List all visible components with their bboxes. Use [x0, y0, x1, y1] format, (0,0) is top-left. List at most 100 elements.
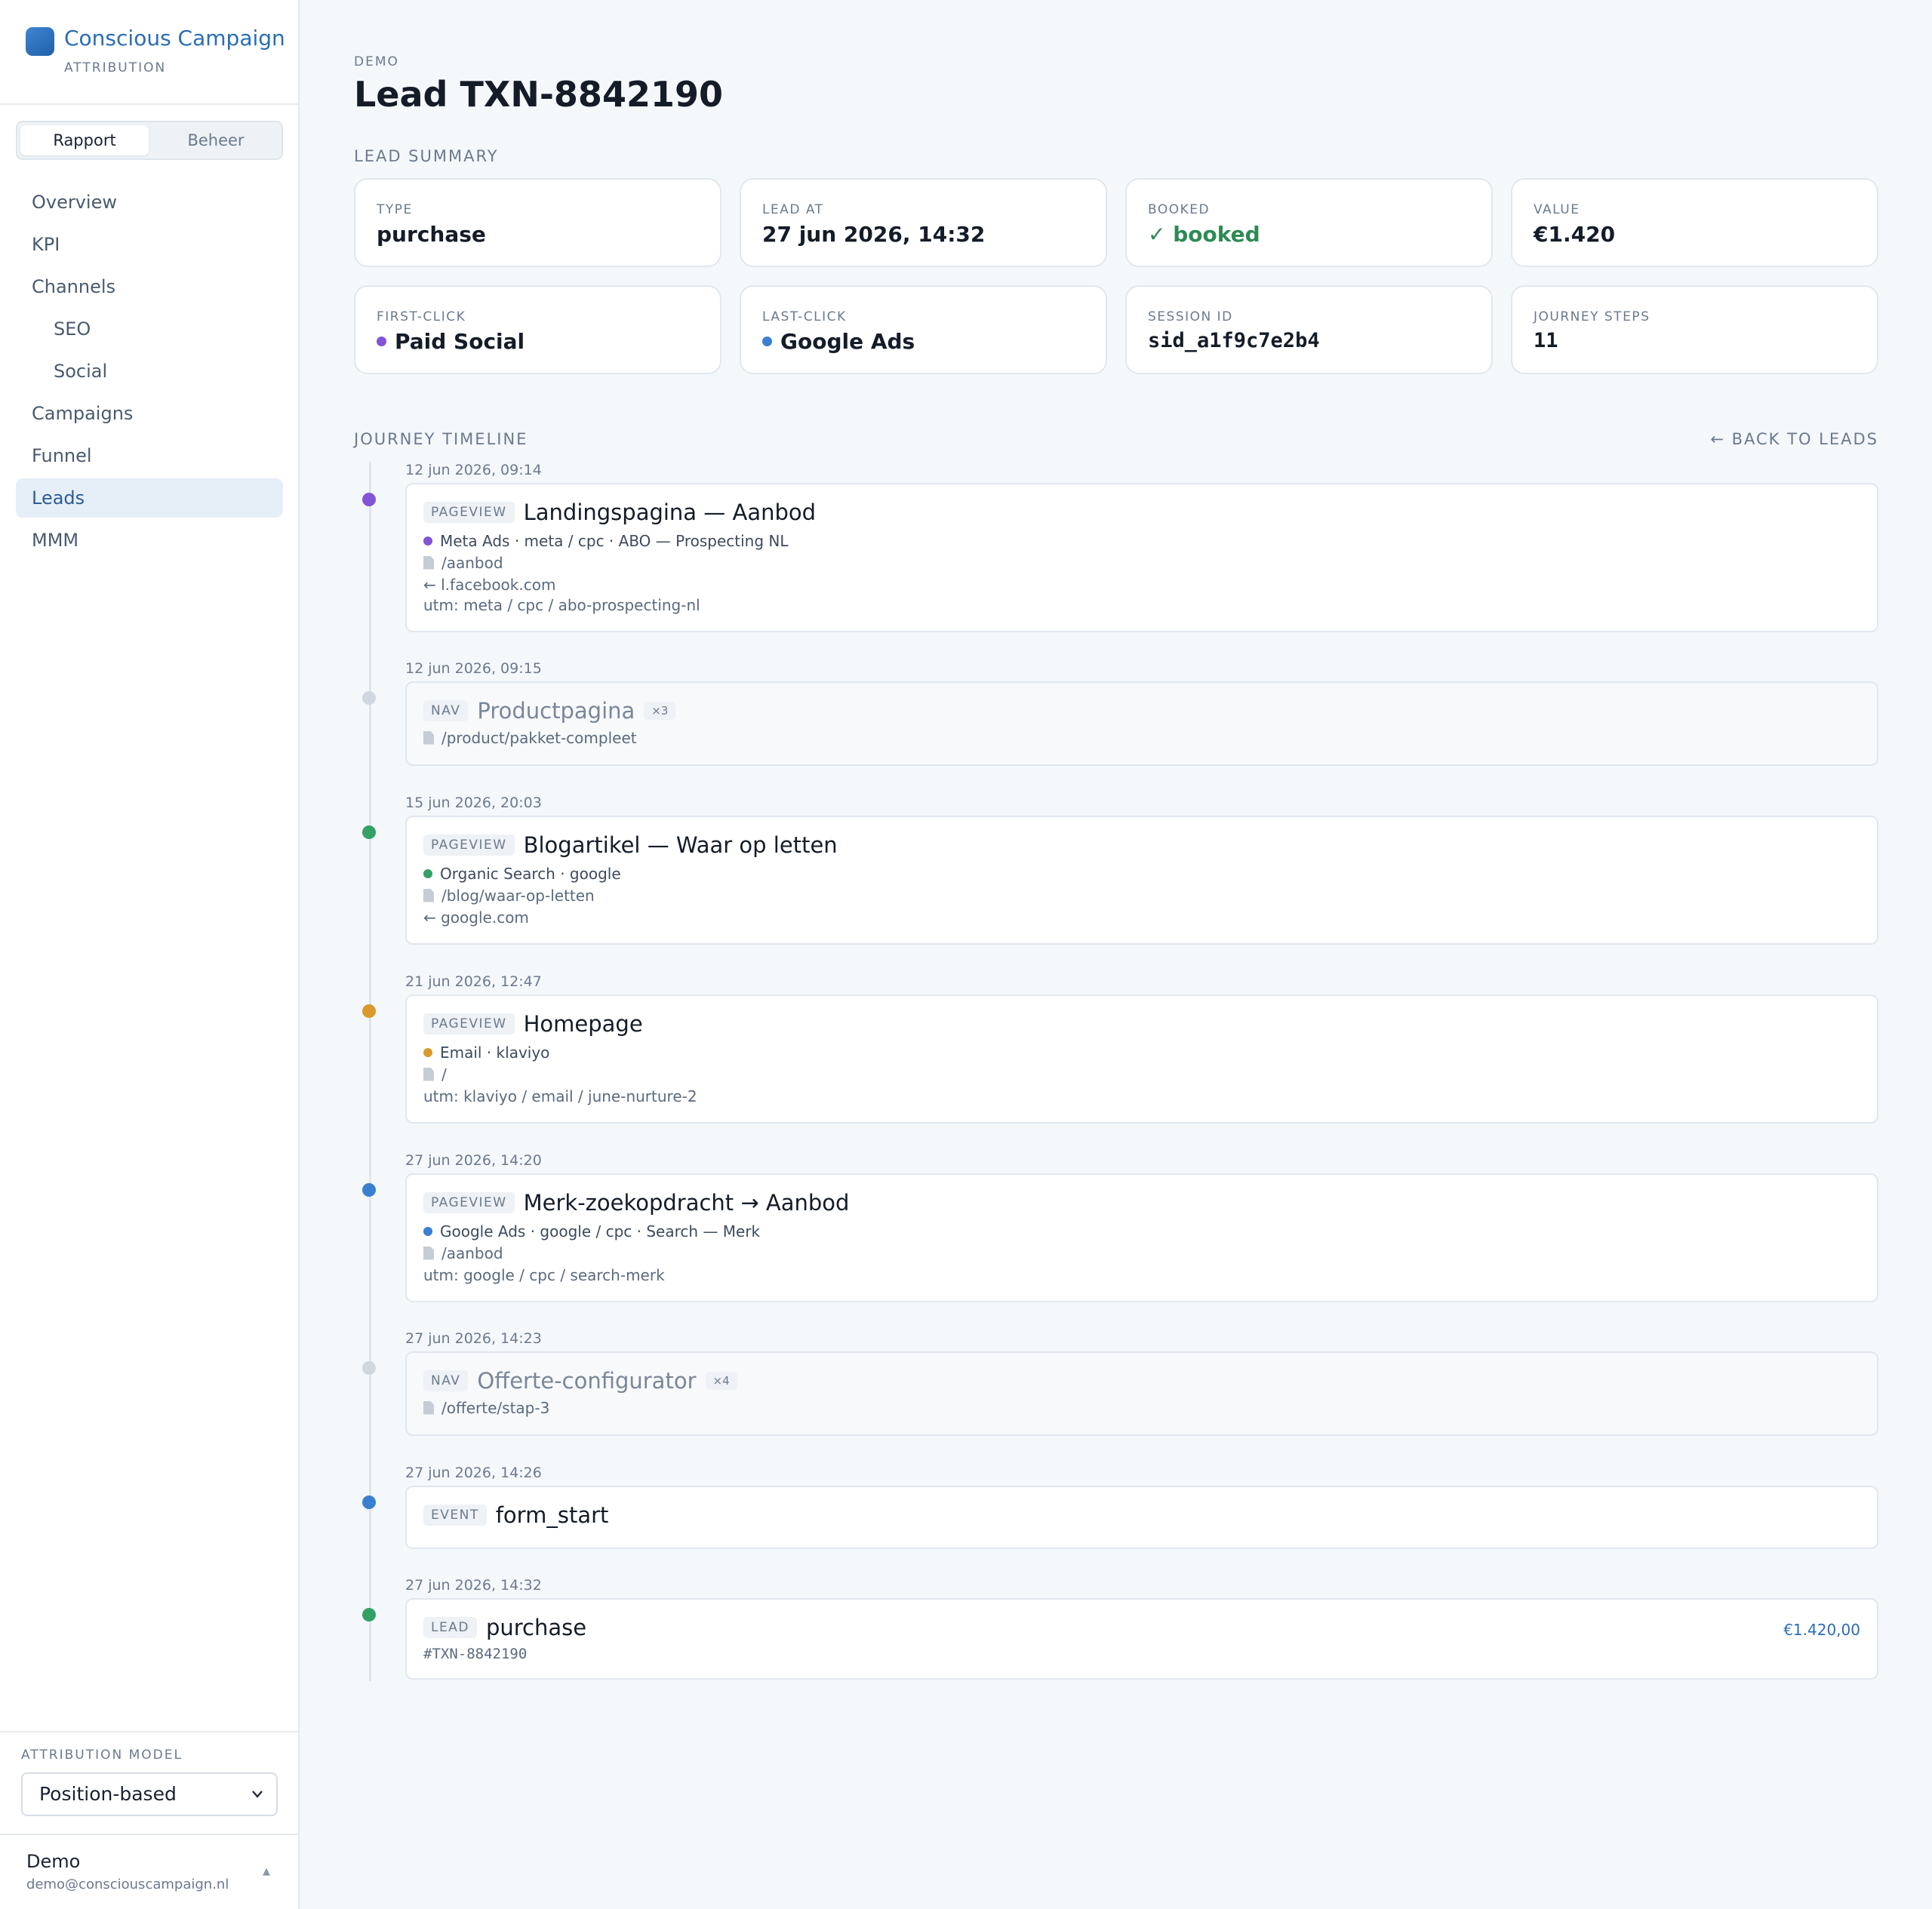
event-title: Blogartikel — Waar op letten: [523, 832, 838, 858]
event-type-tag: NAV: [423, 700, 469, 721]
channel-dot-icon: [423, 868, 432, 878]
sidebar-item-overview[interactable]: Overview: [16, 183, 283, 222]
sidebar-nav: Overview KPI Channels SEO Social Campaig…: [16, 183, 283, 563]
tab-rapport[interactable]: Rapport: [20, 125, 149, 155]
file-icon: [423, 1067, 434, 1081]
event-header: PAGEVIEW Landingspagina — Aanbod: [423, 500, 816, 527]
chevron-up-icon[interactable]: ▲: [263, 1866, 270, 1877]
event-time: 27 jun 2026, 14:23: [405, 1330, 542, 1347]
event-time: 12 jun 2026, 09:15: [405, 660, 542, 677]
timeline-dot-icon: [362, 1608, 376, 1622]
sidebar-item-channels[interactable]: Channels: [16, 267, 283, 306]
timeline-event[interactable]: PAGEVIEW Merk-zoekopdracht → Aanbod Googl…: [405, 1173, 1878, 1302]
brand-name: Conscious Campaign: [64, 26, 285, 51]
user-name: Demo: [26, 1851, 81, 1872]
event-title: Homepage: [523, 1011, 643, 1037]
file-icon: [423, 730, 434, 745]
sidebar-item-social[interactable]: Social: [16, 352, 283, 391]
event-path: /aanbod: [423, 1244, 503, 1262]
card-label: TYPE: [377, 202, 413, 217]
summary-card-lead-at: LEAD AT 27 jun 2026, 14:32: [740, 178, 1107, 267]
event-time: 27 jun 2026, 14:20: [405, 1152, 542, 1169]
channel-dot-icon: [423, 536, 432, 546]
timeline-dot-icon: [362, 1183, 376, 1197]
event-source: Google Ads · google / cpc · Search — Mer…: [423, 1222, 760, 1240]
timeline-dot-icon: [362, 1004, 376, 1018]
timeline-event[interactable]: LEAD purchase #TXN-8842190 €1.420,00: [405, 1598, 1878, 1680]
event-header: PAGEVIEW Blogartikel — Waar op letten: [423, 832, 838, 859]
brand-subtitle: ATTRIBUTION: [64, 60, 167, 75]
card-value: 27 jun 2026, 14:32: [762, 222, 986, 247]
card-value: Paid Social: [377, 329, 525, 354]
card-label: BOOKED: [1148, 202, 1211, 217]
event-path: /blog/waar-op-letten: [423, 887, 595, 905]
summary-card-journey-steps: JOURNEY STEPS 11: [1511, 285, 1878, 374]
event-time: 15 jun 2026, 20:03: [405, 795, 542, 811]
journey-timeline-label: JOURNEY TIMELINE: [354, 430, 528, 448]
channel-dot-icon: [377, 336, 386, 346]
timeline-dot-icon: [362, 691, 376, 705]
file-icon: [423, 888, 434, 902]
file-icon: [423, 1400, 434, 1415]
channel-dot-icon: [423, 1047, 432, 1057]
tab-beheer[interactable]: Beheer: [152, 125, 280, 155]
event-header: NAV Productpagina ×3: [423, 698, 676, 725]
timeline-dot-icon: [362, 493, 376, 506]
event-referrer: ← l.facebook.com: [423, 576, 556, 594]
event-type-tag: PAGEVIEW: [423, 1192, 515, 1213]
event-utm: utm: klaviyo / email / june-nurture-2: [423, 1087, 697, 1105]
view-switch: Rapport Beheer: [16, 121, 283, 160]
card-value: Google Ads: [762, 329, 915, 354]
sidebar-item-funnel[interactable]: Funnel: [16, 436, 283, 475]
timeline-event[interactable]: PAGEVIEW Blogartikel — Waar op letten Org…: [405, 816, 1878, 945]
event-source: Email · klaviyo: [423, 1044, 549, 1062]
file-icon: [423, 1246, 434, 1260]
summary-card-booked: BOOKED ✓ booked: [1125, 178, 1493, 267]
event-type-tag: PAGEVIEW: [423, 1013, 515, 1034]
event-header: LEAD purchase: [423, 1615, 586, 1642]
sidebar-divider: [0, 103, 298, 105]
timeline-event[interactable]: EVENT form_start: [405, 1486, 1878, 1549]
card-value: purchase: [377, 222, 486, 247]
sidebar-divider: [0, 1834, 298, 1835]
timeline-event[interactable]: NAV Offerte-configurator ×4 /offerte/stap-…: [405, 1351, 1878, 1436]
summary-card-type: TYPE purchase: [354, 178, 721, 267]
booked-status: ✓ booked: [1148, 222, 1260, 247]
event-source: Organic Search · google: [423, 865, 621, 883]
attribution-model-select[interactable]: Position-based: [21, 1772, 278, 1816]
event-title: Productpagina: [477, 698, 635, 724]
event-time: 21 jun 2026, 12:47: [405, 973, 542, 990]
event-title: Landingspagina — Aanbod: [523, 500, 817, 525]
timeline-event[interactable]: PAGEVIEW Landingspagina — Aanbod Meta Ads…: [405, 483, 1878, 632]
event-referrer: ← google.com: [423, 908, 529, 927]
sidebar-item-mmm[interactable]: MMM: [16, 521, 283, 560]
card-label: VALUE: [1534, 202, 1580, 217]
summary-card-value: VALUE €1.420: [1511, 178, 1878, 267]
event-path: /: [423, 1065, 447, 1084]
card-label: JOURNEY STEPS: [1534, 309, 1651, 324]
repeat-count-badge: ×3: [644, 702, 676, 720]
brand[interactable]: Conscious Campaign ATTRIBUTION: [26, 26, 285, 78]
sidebar-item-campaigns[interactable]: Campaigns: [16, 394, 283, 433]
lead-summary-label: LEAD SUMMARY: [354, 147, 499, 165]
sidebar-item-seo[interactable]: SEO: [16, 309, 283, 349]
event-header: PAGEVIEW Homepage: [423, 1011, 643, 1038]
card-label: LEAD AT: [762, 202, 824, 217]
sidebar-item-kpi[interactable]: KPI: [16, 225, 283, 264]
timeline-event[interactable]: NAV Productpagina ×3 /product/pakket-compl…: [405, 681, 1878, 766]
chevron-down-icon: [251, 1774, 264, 1831]
page-title: Lead TXN-8842190: [354, 74, 723, 115]
event-source: Meta Ads · meta / cpc · ABO — Prospectin…: [423, 532, 789, 550]
timeline-dot-icon: [362, 825, 376, 839]
event-type-tag: NAV: [423, 1370, 469, 1391]
event-time: 27 jun 2026, 14:26: [405, 1465, 542, 1481]
event-title: Merk-zoekopdracht → Aanbod: [523, 1190, 850, 1216]
summary-card-first-click: FIRST-CLICK Paid Social: [354, 285, 721, 374]
back-to-leads-link[interactable]: ← BACK TO LEADS: [1710, 430, 1878, 448]
timeline-event[interactable]: PAGEVIEW Homepage Email · klaviyo / utm: …: [405, 994, 1878, 1124]
session-id: sid_a1f9c7e2b4: [1148, 329, 1320, 352]
event-header: EVENT form_start: [423, 1502, 608, 1529]
card-value: 11: [1534, 329, 1558, 352]
sidebar-item-leads[interactable]: Leads: [16, 478, 283, 518]
card-label: LAST-CLICK: [762, 309, 847, 324]
